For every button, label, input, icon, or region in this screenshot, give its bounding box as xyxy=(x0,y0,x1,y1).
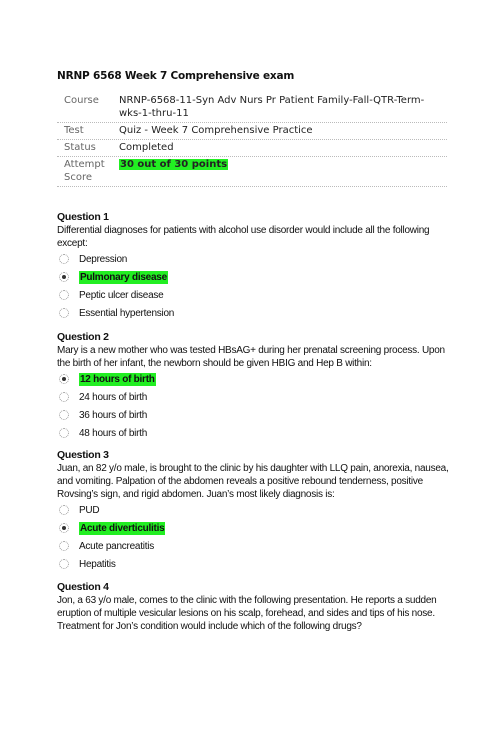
option-label: Essential hypertension xyxy=(79,307,175,319)
attempt-summary-table: Course NRNP-6568-11-Syn Adv Nurs Pr Patie… xyxy=(57,93,447,187)
summary-label: Test xyxy=(64,125,84,136)
question-heading: Question 3 xyxy=(57,449,109,461)
summary-row: Status Completed xyxy=(57,140,447,157)
answer-option[interactable]: Acute pancreatitis xyxy=(57,537,452,555)
answer-option[interactable]: 36 hours of birth xyxy=(57,406,452,424)
answer-option[interactable]: PUD xyxy=(57,501,452,519)
option-label: Depression xyxy=(79,253,128,265)
option-label: 24 hours of birth xyxy=(79,391,148,403)
radio-button[interactable] xyxy=(59,392,69,402)
answer-option[interactable]: 24 hours of birth xyxy=(57,388,452,406)
page-title: NRNP 6568 Week 7 Comprehensive exam xyxy=(57,70,295,82)
question-heading: Question 1 xyxy=(57,211,109,223)
question-text: Mary is a new mother who was tested HBsA… xyxy=(57,345,445,369)
summary-row: Test Quiz - Week 7 Comprehensive Practice xyxy=(57,123,447,140)
answer-option[interactable]: Peptic ulcer disease xyxy=(57,286,452,304)
option-label: Hepatitis xyxy=(79,558,116,570)
radio-button[interactable] xyxy=(59,559,69,569)
radio-button[interactable] xyxy=(59,541,69,551)
question: Question 1 Differential diagnoses for pat… xyxy=(57,211,452,322)
question-heading: Question 2 xyxy=(57,331,109,343)
question-text: Jon, a 63 y/o male, comes to the clinic … xyxy=(57,595,437,632)
option-label: 12 hours of birth xyxy=(79,372,156,386)
answer-option[interactable]: 12 hours of birth xyxy=(57,370,452,388)
radio-button[interactable] xyxy=(59,374,69,384)
answer-option[interactable]: Pulmonary disease xyxy=(57,268,452,286)
answer-option[interactable]: Acute diverticulitis xyxy=(57,519,452,537)
summary-row: Course NRNP-6568-11-Syn Adv Nurs Pr Patie… xyxy=(57,93,447,123)
summary-value: Completed xyxy=(119,142,174,153)
summary-value: NRNP-6568-11-Syn Adv Nurs Pr Patient Fam… xyxy=(119,95,425,119)
radio-button[interactable] xyxy=(59,290,69,300)
option-label: Acute diverticulitis xyxy=(79,521,166,535)
radio-button[interactable] xyxy=(59,410,69,420)
option-label: Acute pancreatitis xyxy=(79,540,154,552)
summary-row: Attempt Score 30 out of 30 points xyxy=(57,157,447,187)
question-text: Juan, an 82 y/o male, is brought to the … xyxy=(57,463,449,500)
radio-button[interactable] xyxy=(59,254,69,264)
radio-button[interactable] xyxy=(59,428,69,438)
option-label: Peptic ulcer disease xyxy=(79,289,164,301)
question: Question 2 Mary is a new mother who was t… xyxy=(57,331,452,442)
option-label: 48 hours of birth xyxy=(79,427,148,439)
answer-option[interactable]: Essential hypertension xyxy=(57,304,452,322)
radio-button[interactable] xyxy=(59,523,69,533)
radio-button[interactable] xyxy=(59,505,69,515)
question: Question 4 Jon, a 63 y/o male, comes to t… xyxy=(57,581,452,633)
option-label: 36 hours of birth xyxy=(79,409,148,421)
option-label: PUD xyxy=(79,504,100,516)
summary-value: Quiz - Week 7 Comprehensive Practice xyxy=(119,125,313,136)
question-heading: Question 4 xyxy=(57,581,109,593)
question: Question 3 Juan, an 82 y/o male, is broug… xyxy=(57,449,452,573)
question-text: Differential diagnoses for patients with… xyxy=(57,225,430,249)
score-value: 30 out of 30 points xyxy=(119,159,229,170)
answer-option[interactable]: Hepatitis xyxy=(57,555,452,573)
option-label: Pulmonary disease xyxy=(79,270,168,284)
answer-option[interactable]: Depression xyxy=(57,250,452,268)
summary-label: Status xyxy=(64,142,96,153)
answer-option[interactable]: 48 hours of birth xyxy=(57,424,452,442)
summary-label: Course xyxy=(64,95,99,106)
summary-label: Attempt Score xyxy=(64,159,105,183)
radio-button[interactable] xyxy=(59,308,69,318)
radio-button[interactable] xyxy=(59,272,69,282)
